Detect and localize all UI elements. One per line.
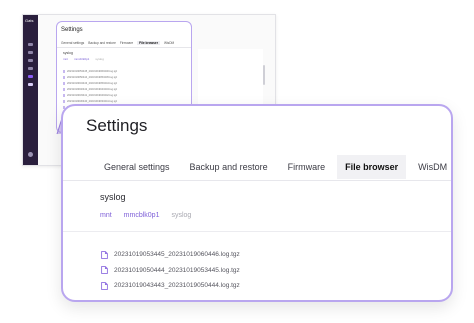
file-name: 20231019050444_20231019053445.log.tgz <box>114 266 240 274</box>
breadcrumb-syslog: syslog <box>171 212 192 219</box>
current-folder-label: syslog <box>100 192 126 202</box>
divider <box>63 231 451 232</box>
zoomed-settings-panel: Settings General settings Backup and res… <box>61 104 453 302</box>
file-item[interactable]: 20231019053445_20231019060446.log.tgz <box>101 247 240 263</box>
tab-wisdm[interactable]: WisDM <box>410 155 451 179</box>
tab-backup-and-restore[interactable]: Backup and restore <box>182 155 276 179</box>
file-icon <box>101 281 108 290</box>
breadcrumb-mnt[interactable]: mnt <box>100 212 112 219</box>
breadcrumb-mmcblk0p1[interactable]: mmcblk0p1 <box>124 212 160 219</box>
tab-bar: General settings Backup and restore Firm… <box>63 154 451 180</box>
file-icon <box>101 266 108 275</box>
file-list: 20231019053445_20231019060446.log.tgz 20… <box>101 247 240 294</box>
page-title: Settings <box>86 116 148 135</box>
file-icon <box>101 250 108 259</box>
file-name: 20231019053445_20231019060446.log.tgz <box>114 251 240 259</box>
file-name: 20231019043443_20231019050444.log.tgz <box>114 282 240 290</box>
tab-general-settings[interactable]: General settings <box>96 155 178 179</box>
file-item[interactable]: 20231019043443_20231019050444.log.tgz <box>101 278 240 294</box>
tab-file-browser[interactable]: File browser <box>337 155 407 179</box>
breadcrumb: mnt mmcblk0p1 syslog <box>100 212 203 219</box>
divider <box>63 180 451 181</box>
tab-firmware[interactable]: Firmware <box>280 155 334 179</box>
file-item[interactable]: 20231019050444_20231019053445.log.tgz <box>101 263 240 279</box>
